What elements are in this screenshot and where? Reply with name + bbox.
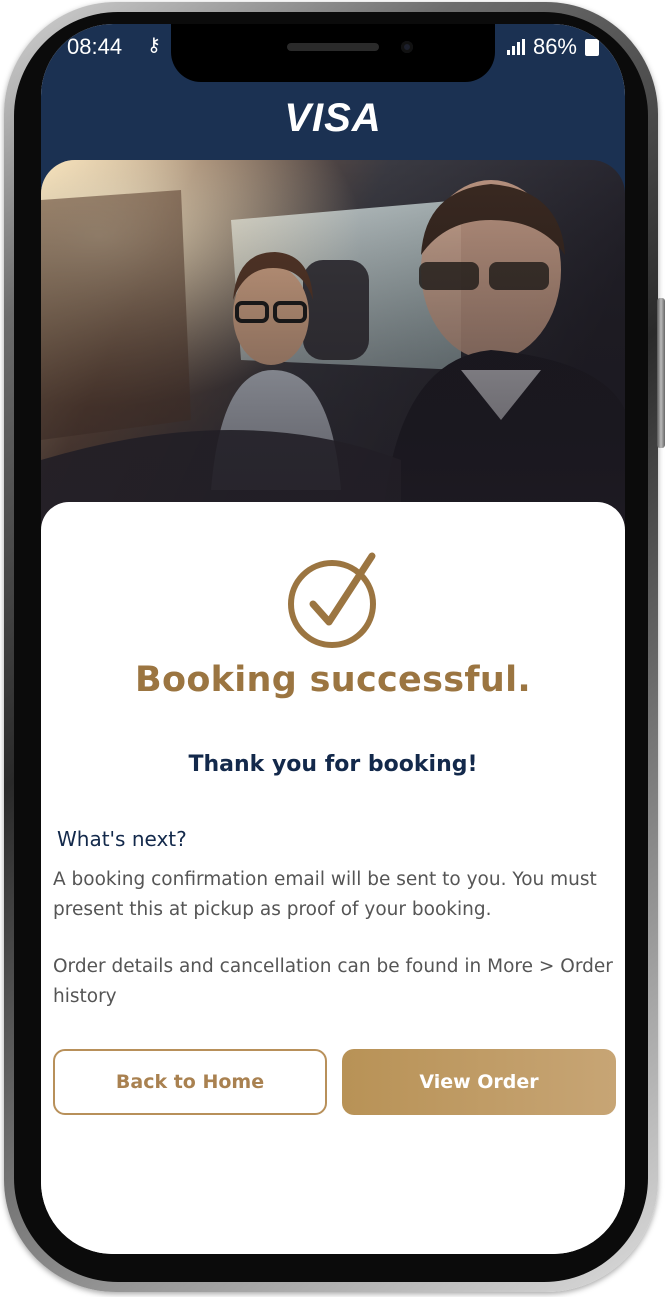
- speaker-grille: [287, 43, 379, 51]
- order-details-text: Order details and cancellation can be fo…: [53, 956, 613, 1007]
- status-right: 86%: [506, 34, 599, 60]
- confirmation-email-text: A booking confirmation email will be sen…: [53, 869, 597, 920]
- app-screen: 08:44 ⚷ 86% VISA Booking successful. Tha…: [41, 24, 625, 1254]
- check-circle-icon: [288, 552, 376, 648]
- key-icon: ⚷: [147, 34, 161, 56]
- battery-percent: 86%: [532, 34, 577, 59]
- notch: [171, 24, 495, 82]
- hero-photo: [41, 160, 625, 540]
- booking-success-title: Booking successful.: [135, 660, 531, 700]
- phone-frame: 08:44 ⚷ 86% VISA Booking successful. Tha…: [4, 2, 665, 1292]
- thank-you-message: Thank you for booking!: [188, 752, 478, 777]
- whats-next-heading: What's next?: [57, 827, 187, 851]
- confirmation-card: Booking successful. Thank you for bookin…: [41, 502, 625, 1254]
- status-time: 08:44: [67, 34, 123, 59]
- visa-logo: VISA: [284, 96, 382, 140]
- view-order-button[interactable]: View Order: [342, 1049, 616, 1115]
- signal-icon: [506, 39, 525, 55]
- hero-photo-illustration: [41, 160, 625, 540]
- camera-icon: [401, 41, 413, 53]
- battery-icon: [585, 38, 599, 56]
- back-to-home-button[interactable]: Back to Home: [53, 1049, 327, 1115]
- phone-side-button: [657, 298, 665, 448]
